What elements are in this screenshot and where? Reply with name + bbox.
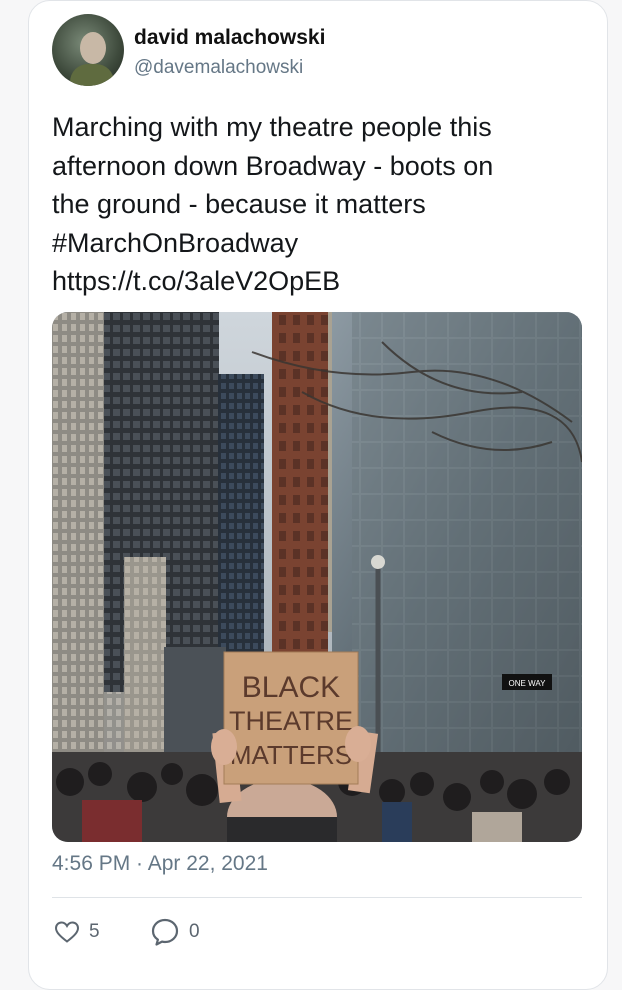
one-way-sign-text: ONE WAY <box>509 679 547 688</box>
tweet-line: Marching with my theatre people this <box>52 112 492 142</box>
hashtag-link[interactable]: #MarchOnBroadway <box>52 224 582 263</box>
reply-button[interactable]: 0 <box>150 914 200 950</box>
sign-line: MATTERS <box>230 740 352 770</box>
author-name[interactable]: david malachowski <box>134 26 325 50</box>
divider <box>52 897 582 898</box>
avatar-shirt <box>70 64 114 86</box>
reply-bubble-icon <box>151 918 179 946</box>
sign-line: BLACK <box>242 671 340 704</box>
like-count: 5 <box>89 921 100 942</box>
avatar[interactable] <box>52 14 124 86</box>
reply-count: 0 <box>189 921 200 942</box>
tweet-text: Marching with my theatre people this aft… <box>52 108 582 301</box>
protest-sign: BLACK THEATRE MATTERS <box>223 651 359 785</box>
author-handle[interactable]: @davemalachowski <box>134 57 303 79</box>
tweet-line: the ground - because it matters <box>52 189 426 219</box>
heart-icon <box>54 921 80 943</box>
tweet-line: afternoon down Broadway - boots on <box>52 150 494 181</box>
protest-photo: ONE WAY BLACK THEATRE MATTERS <box>52 312 582 842</box>
tweet-photo[interactable]: ONE WAY BLACK THEATRE MATTERS <box>52 312 582 842</box>
sign-line: THEATRE <box>229 706 353 736</box>
tweet-url-link[interactable]: https://t.co/3aleV2OpEB <box>52 262 582 301</box>
like-button[interactable]: 5 <box>54 914 100 950</box>
avatar-face <box>80 32 106 64</box>
tweet-timestamp[interactable]: 4:56 PM · Apr 22, 2021 <box>52 852 268 876</box>
